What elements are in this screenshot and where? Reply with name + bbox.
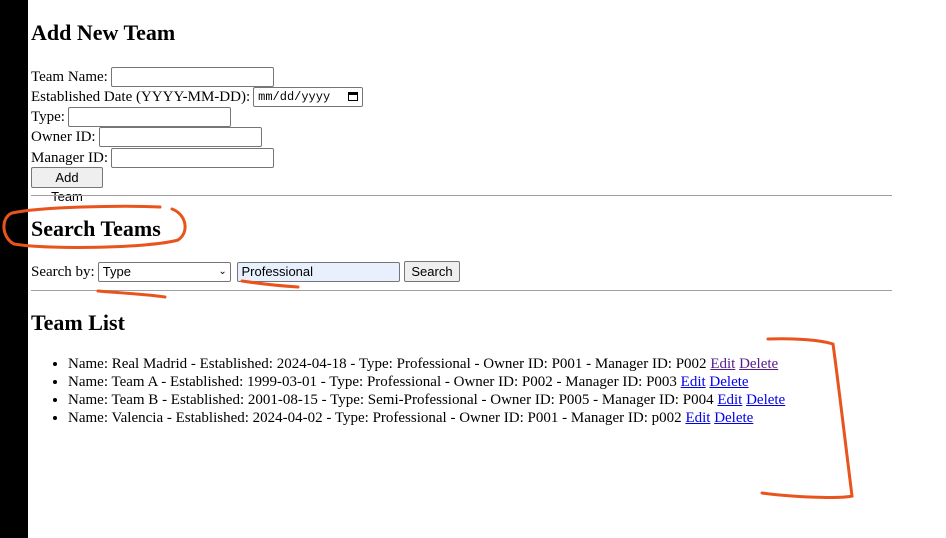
team-info: Name: Team A - Established: 1999-03-01 -… xyxy=(68,374,677,390)
owner-id-row: Owner ID: xyxy=(31,126,262,147)
edit-link[interactable]: Edit xyxy=(717,392,742,408)
divider xyxy=(31,195,892,196)
calendar-icon[interactable] xyxy=(348,92,359,102)
search-query-input[interactable] xyxy=(237,261,401,282)
manager-id-label: Manager ID: xyxy=(31,149,109,166)
owner-id-input[interactable] xyxy=(98,126,262,147)
search-row: Search by: Type ⌄ xyxy=(31,261,401,282)
team-name-row: Team Name: xyxy=(31,66,274,87)
type-label: Type: xyxy=(31,108,65,125)
established-date-label: Established Date (YYYY-MM-DD): xyxy=(31,88,251,105)
delete-link[interactable]: Delete xyxy=(746,392,785,408)
team-name-label: Team Name: xyxy=(31,68,108,85)
search-by-label: Search by: xyxy=(31,263,95,280)
type-row: Type: xyxy=(31,106,231,127)
team-name-input[interactable] xyxy=(110,66,274,87)
owner-id-label: Owner ID: xyxy=(31,128,96,145)
manager-id-input[interactable] xyxy=(111,147,275,168)
search-teams-heading: Search Teams xyxy=(31,216,161,241)
list-item: Name: Valencia - Established: 2024-04-02… xyxy=(68,409,785,427)
chevron-down-icon: ⌄ xyxy=(218,265,227,277)
delete-link[interactable]: Delete xyxy=(709,374,748,390)
annotation-underline-query xyxy=(240,279,300,289)
established-date-input[interactable]: mm/dd/yyyy xyxy=(253,86,364,107)
annotation-underline-select xyxy=(96,289,167,299)
team-info: Name: Team B - Established: 2001-08-15 -… xyxy=(68,392,714,408)
left-black-bar xyxy=(0,0,28,538)
search-button[interactable]: Search xyxy=(404,261,460,282)
list-item: Name: Real Madrid - Established: 2024-04… xyxy=(68,355,785,373)
date-placeholder: mm/dd/yyyy xyxy=(258,89,331,104)
edit-link[interactable]: Edit xyxy=(710,356,735,372)
search-field-select[interactable]: Type ⌄ xyxy=(97,261,231,282)
delete-link[interactable]: Delete xyxy=(714,410,753,426)
type-input[interactable] xyxy=(67,106,231,127)
list-item: Name: Team B - Established: 2001-08-15 -… xyxy=(68,391,785,409)
delete-link[interactable]: Delete xyxy=(739,356,778,372)
list-item: Name: Team A - Established: 1999-03-01 -… xyxy=(68,373,785,391)
team-info: Name: Valencia - Established: 2024-04-02… xyxy=(68,410,682,426)
team-list-heading: Team List xyxy=(31,310,125,335)
edit-link[interactable]: Edit xyxy=(685,410,710,426)
team-info: Name: Real Madrid - Established: 2024-04… xyxy=(68,356,707,372)
established-date-row: Established Date (YYYY-MM-DD): mm/dd/yyyy xyxy=(31,86,364,107)
selected-field: Type xyxy=(102,263,131,279)
team-list: Name: Real Madrid - Established: 2024-04… xyxy=(31,355,785,427)
manager-id-row: Manager ID: xyxy=(31,147,275,168)
divider xyxy=(31,290,892,291)
add-team-heading: Add New Team xyxy=(31,20,176,45)
edit-link[interactable]: Edit xyxy=(681,374,706,390)
add-team-button[interactable]: Add Team xyxy=(31,167,103,204)
